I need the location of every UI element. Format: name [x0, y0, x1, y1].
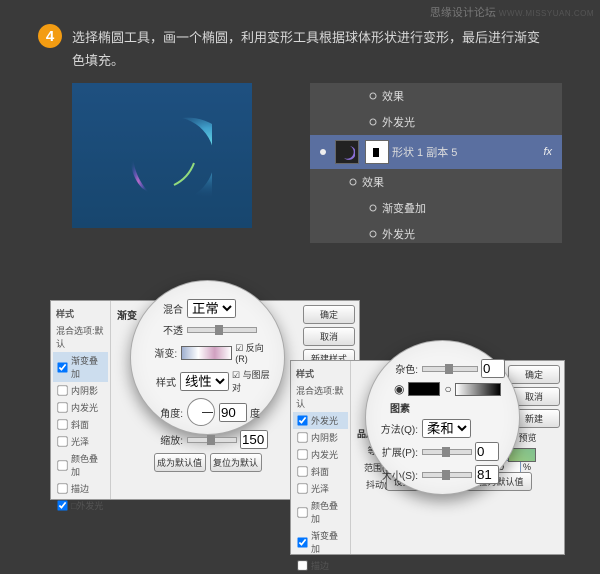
sidebar-item[interactable]: 斜面 [293, 463, 348, 480]
sidebar-item[interactable]: 光泽 [293, 480, 348, 497]
step-badge: 4 [38, 24, 62, 48]
sidebar-item[interactable]: 混合选项:默认 [293, 382, 348, 412]
sidebar-item[interactable]: 颜色叠加 [53, 450, 108, 480]
visibility-icon[interactable] [367, 92, 380, 101]
visibility-icon[interactable] [317, 148, 330, 157]
angle-label: 角度: [145, 405, 187, 420]
sidebar-item[interactable]: 光泽 [53, 433, 108, 450]
artwork-preview [72, 83, 252, 228]
cancel-button[interactable]: 取消 [303, 327, 355, 346]
outer-glow-label: 外发光 [382, 114, 415, 130]
sidebar-title: 样式 [293, 365, 348, 382]
sidebar-item[interactable]: 内发光 [293, 446, 348, 463]
sidebar-item[interactable]: 颜色叠加 [293, 497, 348, 527]
effect-label: 效果 [382, 88, 404, 104]
size-input[interactable] [475, 465, 499, 484]
watermark: 思缘设计论坛 WWW.MISSYUAN.COM [430, 4, 594, 20]
layer-effect-row[interactable]: 效果 [310, 83, 562, 109]
glow-color[interactable] [408, 382, 440, 396]
zoom-outerglow-settings: 杂色: ◉ ○ 图素 方法(Q): 柔和 扩展(P): 大小(S): [365, 340, 520, 495]
sidebar-item[interactable]: 内阴影 [53, 382, 108, 399]
visibility-icon[interactable] [367, 118, 380, 127]
instruction-text: 选择椭圆工具，画一个椭圆，利用变形工具根据球体形状进行变形，最后进行渐变色填充。 [72, 26, 552, 73]
blend-label: 混合 [145, 301, 187, 316]
layer-name: 形状 1 副本 5 [392, 144, 457, 160]
layer-thumb[interactable] [335, 140, 359, 164]
elements-label: 图素 [390, 400, 505, 415]
glow-gradient[interactable] [455, 383, 501, 396]
reverse-check[interactable]: ☑ 反向(R) [235, 341, 270, 364]
opacity-label: 不透 [145, 322, 187, 337]
sidebar-item[interactable]: 外发光 [293, 412, 348, 429]
layer-mask-thumb[interactable] [365, 140, 389, 164]
sidebar-item[interactable]: 描边 [293, 557, 348, 574]
layer-main-row[interactable]: 形状 1 副本 5 fx [310, 135, 562, 169]
spread-input[interactable] [475, 442, 499, 461]
visibility-icon[interactable] [367, 230, 380, 239]
styles-list: 样式 混合选项:默认 外发光 内阴影 内发光 斜面 光泽 颜色叠加 渐变叠加 描… [291, 361, 351, 554]
size-label: 大小(S): [380, 467, 422, 482]
scale-slider[interactable] [187, 437, 237, 443]
gradient-label: 渐变: [145, 345, 181, 360]
sidebar-item[interactable]: 描边 [53, 480, 108, 497]
blend-select[interactable]: 正常 [187, 299, 236, 318]
ok-button[interactable]: 确定 [508, 365, 560, 384]
sidebar-item[interactable]: 斜面 [53, 416, 108, 433]
sidebar-title: 样式 [53, 305, 108, 322]
sidebar-item[interactable]: 混合选项:默认 [53, 322, 108, 352]
ok-button[interactable]: 确定 [303, 305, 355, 324]
layers-panel: 效果 外发光 形状 1 副本 5 fx 效果 渐变叠加 外发光 [310, 83, 562, 243]
sidebar-item[interactable]: 渐变叠加 [53, 352, 108, 382]
method-label: 方法(Q): [380, 421, 422, 436]
sidebar-item[interactable]: 内阴影 [293, 429, 348, 446]
spread-label: 扩展(P): [380, 444, 422, 459]
visibility-icon[interactable] [347, 178, 360, 187]
method-select[interactable]: 柔和 [422, 419, 471, 438]
noise-input[interactable] [481, 359, 505, 378]
angle-dial[interactable] [187, 398, 215, 426]
angle-input[interactable] [219, 403, 247, 422]
set-default-button[interactable]: 成为默认值 [154, 453, 206, 472]
noise-label: 杂色: [380, 361, 422, 376]
scale-input[interactable] [240, 430, 268, 449]
layer-gradientoverlay-row[interactable]: 渐变叠加 [310, 195, 562, 221]
zoom-gradient-settings: 混合 正常 不透 渐变: ☑ 反向(R) 样式 线性 ☑ 与图层对 角度: 度 … [130, 280, 285, 435]
spread-slider[interactable] [422, 449, 472, 455]
sidebar-item[interactable]: 内发光 [53, 399, 108, 416]
sidebar-item[interactable]: □外发光 [53, 497, 108, 514]
layer-effect-row2[interactable]: 效果 [310, 169, 562, 195]
align-check[interactable]: ☑ 与图层对 [232, 368, 270, 394]
styles-list: 样式 混合选项:默认 渐变叠加 内阴影 内发光 斜面 光泽 颜色叠加 描边 □外… [51, 301, 111, 499]
noise-slider[interactable] [422, 366, 478, 372]
layer-outerglow-row[interactable]: 外发光 [310, 109, 562, 135]
size-slider[interactable] [422, 472, 472, 478]
reset-button[interactable]: 复位为默认 [210, 453, 262, 472]
visibility-icon[interactable] [367, 204, 380, 213]
fx-badge[interactable]: fx [543, 146, 558, 158]
gradient-picker[interactable] [181, 346, 232, 360]
style-select[interactable]: 线性 [180, 372, 229, 391]
crescent-shape [112, 103, 212, 203]
scale-label: 缩放: [145, 432, 187, 447]
layer-outerglow-row2[interactable]: 外发光 [310, 221, 562, 243]
style-label: 样式 [145, 374, 180, 389]
opacity-slider[interactable] [187, 327, 257, 333]
sidebar-item[interactable]: 渐变叠加 [293, 527, 348, 557]
